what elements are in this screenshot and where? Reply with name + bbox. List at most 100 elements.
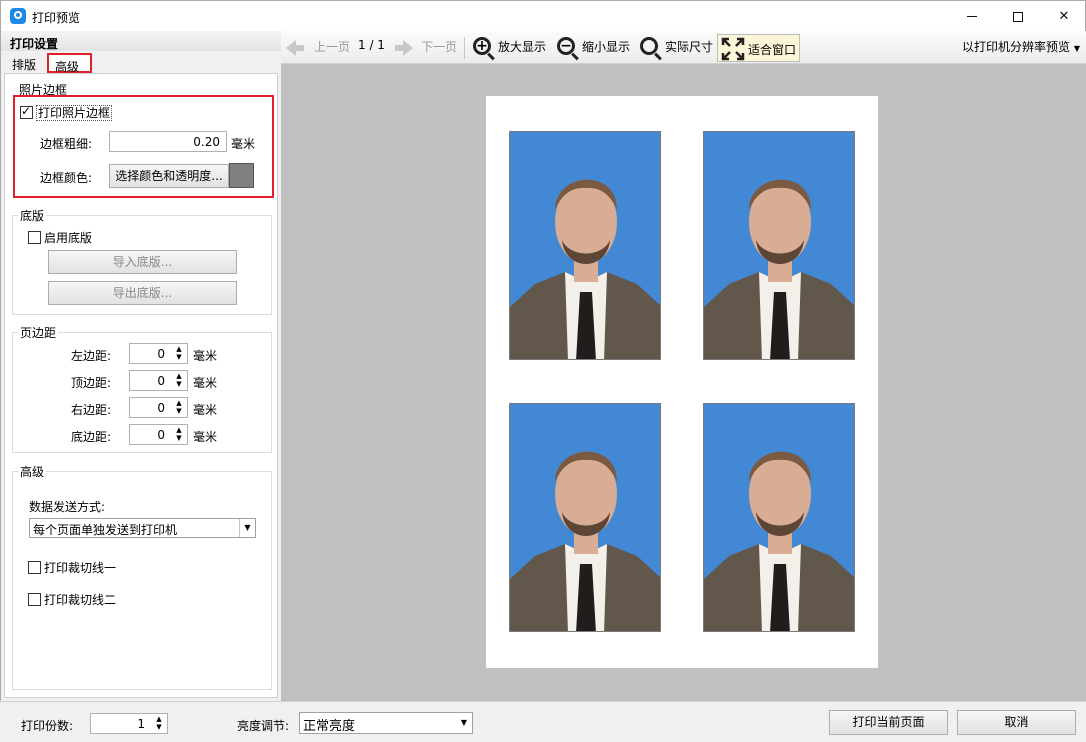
print-border-check-icon [20, 104, 33, 119]
next-arrow-icon [395, 40, 413, 56]
border-color-label: 边框颜色: [40, 171, 93, 185]
enable-underlay-checkbox[interactable]: 启用底版 [28, 229, 92, 246]
send-mode-value: 每个页面单独发送到打印机 [33, 523, 178, 537]
margin-right-unit: 毫米 [193, 403, 218, 417]
copies-label: 打印份数: [21, 719, 74, 733]
margin-top-label: 顶边距: [71, 376, 112, 390]
next-page-button[interactable]: 下一页 [421, 38, 457, 55]
copies-input[interactable]: 1 ▲ ▼ [90, 713, 168, 734]
tab-layout[interactable]: 排版 [12, 53, 36, 73]
settings-header-label: 打印设置 [10, 37, 59, 51]
margin-right-label: 右边距: [71, 403, 112, 417]
margin-top-unit: 毫米 [193, 376, 218, 390]
underlay-group-title: 底版 [18, 207, 47, 224]
border-color-swatch[interactable] [229, 163, 254, 188]
spin-arrows-icon[interactable]: ▲ ▼ [174, 399, 184, 415]
advanced-group-title: 高级 [18, 463, 47, 480]
fit-window-icon [721, 37, 745, 61]
print-current-page-button[interactable]: 打印当前页面 [829, 710, 948, 735]
spin-arrows-icon[interactable]: ▲ ▼ [174, 372, 184, 388]
import-underlay-button[interactable]: 导入底版... [48, 250, 237, 274]
settings-header: 打印设置 [1, 33, 281, 51]
margin-left-value: 0 [157, 347, 165, 361]
margin-top-input[interactable]: 0 ▲ ▼ [129, 370, 188, 391]
cut-line-1-check-icon [28, 561, 41, 574]
settings-panel: 打印设置 排版 高级 照片边框 打印照片边框 边框粗细: 0.20 毫米 边框颜… [0, 31, 281, 701]
zoom-in-icon[interactable]: + [473, 37, 491, 55]
cut-line-2-checkbox[interactable]: 打印裁切线二 [28, 591, 116, 608]
cut-line-1-label: 打印裁切线一 [44, 561, 117, 575]
maximize-icon [1013, 11, 1023, 22]
id-photo [703, 131, 855, 360]
margin-left-label: 左边距: [71, 349, 112, 363]
enable-underlay-check-icon [28, 231, 41, 244]
bottom-bar: 打印份数: 1 ▲ ▼ 亮度调节: 正常亮度 ▼ 打印当前页面 取消 [0, 701, 1086, 742]
tab-advanced[interactable]: 高级 [47, 53, 92, 74]
id-photo [703, 403, 855, 632]
copies-value: 1 [137, 717, 145, 731]
id-photo [509, 131, 661, 360]
portrait-image [704, 132, 854, 359]
minimize-button[interactable] [949, 1, 995, 32]
brightness-select[interactable]: 正常亮度 ▼ [299, 712, 473, 734]
zoom-out-icon[interactable]: − [557, 37, 575, 55]
margin-left-unit: 毫米 [193, 349, 218, 363]
portrait-image [704, 404, 854, 631]
minimize-icon [967, 16, 977, 17]
spin-arrows-icon[interactable]: ▲ ▼ [154, 715, 164, 731]
preview-page [486, 96, 878, 668]
cut-line-1-checkbox[interactable]: 打印裁切线一 [28, 559, 116, 576]
brightness-value: 正常亮度 [303, 719, 356, 734]
border-thickness-label: 边框粗细: [40, 137, 93, 151]
border-thickness-input[interactable]: 0.20 [109, 131, 227, 152]
spin-arrows-icon[interactable]: ▲ ▼ [174, 426, 184, 442]
zoom-in-button[interactable]: 放大显示 [498, 38, 546, 55]
export-underlay-button[interactable]: 导出底版... [48, 281, 237, 305]
resolution-preview-label: 以打印机分辨率预览 [962, 40, 1071, 54]
border-thickness-value: 0.20 [193, 135, 220, 149]
margin-bottom-unit: 毫米 [193, 430, 218, 444]
send-mode-label: 数据发送方式: [29, 500, 106, 514]
resolution-preview-dropdown[interactable]: 以打印机分辨率预览 ▼ [962, 38, 1080, 55]
margin-right-value: 0 [157, 401, 165, 415]
toolbar-divider [464, 37, 465, 59]
border-thickness-unit: 毫米 [231, 137, 256, 151]
window-title: 打印预览 [32, 11, 81, 25]
choose-color-button[interactable]: 选择颜色和透明度... [109, 164, 229, 188]
chevron-down-icon: ▼ [460, 718, 468, 727]
close-icon: ✕ [1058, 9, 1070, 24]
margin-top-value: 0 [157, 374, 165, 388]
chevron-down-icon: ▼ [239, 519, 255, 537]
brightness-label: 亮度调节: [237, 719, 290, 733]
enable-underlay-label: 启用底版 [44, 231, 93, 245]
margin-bottom-label: 底边距: [71, 430, 112, 444]
spin-arrows-icon[interactable]: ▲ ▼ [174, 345, 184, 361]
cancel-button[interactable]: 取消 [957, 710, 1076, 735]
prev-page-button[interactable]: 上一页 [314, 38, 350, 55]
fit-window-button[interactable]: 适合窗口 [717, 34, 800, 62]
app-logo-icon [10, 8, 26, 24]
margins-group-title: 页边距 [18, 324, 59, 341]
chevron-down-icon: ▼ [1073, 44, 1080, 53]
zoom-out-button[interactable]: 缩小显示 [582, 38, 630, 55]
preview-toolbar: 上一页 1 / 1 下一页 + 放大显示 − 缩小显示 实际尺寸 适合窗口 以打… [281, 31, 1086, 64]
actual-size-button[interactable]: 实际尺寸 [665, 38, 713, 55]
title-bar: 打印预览 ✕ [0, 0, 1086, 31]
margin-right-input[interactable]: 0 ▲ ▼ [129, 397, 188, 418]
fit-window-label: 适合窗口 [748, 43, 797, 57]
maximize-button[interactable] [995, 1, 1041, 32]
margin-bottom-input[interactable]: 0 ▲ ▼ [129, 424, 188, 445]
print-border-label: 打印照片边框 [36, 105, 113, 121]
print-border-checkbox[interactable]: 打印照片边框 [20, 104, 113, 121]
cut-line-2-label: 打印裁切线二 [44, 593, 117, 607]
id-photo [509, 403, 661, 632]
margin-bottom-value: 0 [157, 428, 165, 442]
portrait-image [510, 404, 660, 631]
portrait-image [510, 132, 660, 359]
actual-size-icon[interactable] [640, 37, 658, 55]
prev-arrow-icon [286, 40, 304, 56]
close-button[interactable]: ✕ [1041, 1, 1086, 32]
margin-left-input[interactable]: 0 ▲ ▼ [129, 343, 188, 364]
send-mode-select[interactable]: 每个页面单独发送到打印机 ▼ [29, 518, 256, 538]
page-indicator: 1 / 1 [358, 38, 385, 52]
